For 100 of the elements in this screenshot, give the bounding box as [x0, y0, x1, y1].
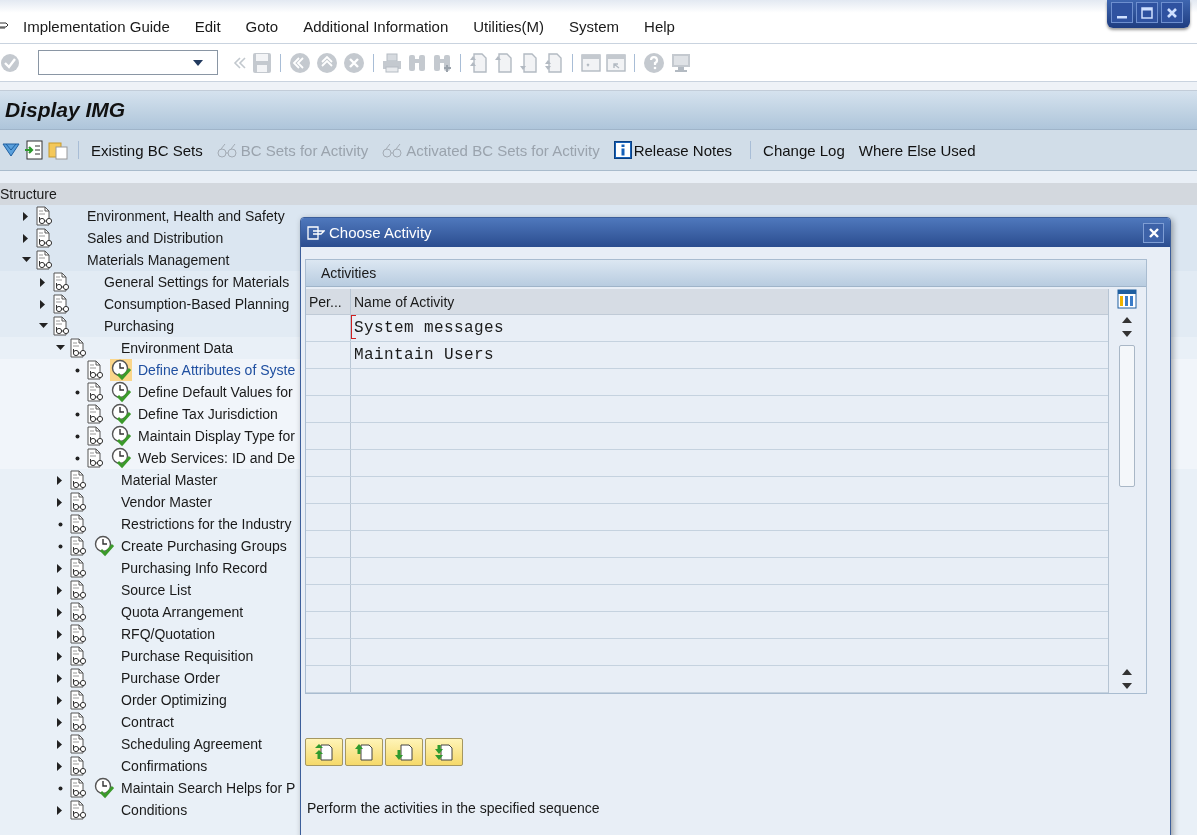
menu-item[interactable]: Goto: [245, 17, 279, 35]
document-glasses-icon[interactable]: [69, 800, 89, 820]
clock-check-icon[interactable]: [110, 359, 132, 381]
close-button[interactable]: [1161, 2, 1183, 23]
tree-item[interactable]: Environment, Health and Safety: [87, 208, 285, 224]
tree-item[interactable]: Source List: [121, 582, 192, 598]
tree-item[interactable]: Vendor Master: [121, 494, 213, 510]
document-glasses-icon[interactable]: [69, 514, 89, 534]
find-next-icon[interactable]: [432, 52, 452, 73]
tree-item[interactable]: Quota Arrangement: [121, 604, 244, 620]
collapse-arrow-icon[interactable]: [38, 323, 48, 329]
toolbar-button[interactable]: Existing BC Sets: [89, 139, 211, 161]
toolbar-button[interactable]: Change Log: [761, 139, 853, 161]
tree-item[interactable]: Define Default Values for: [138, 384, 293, 400]
scroll-thumb[interactable]: [1119, 345, 1135, 487]
close-button[interactable]: [1143, 222, 1164, 243]
expand-arrow-icon[interactable]: [40, 299, 46, 309]
menu-item[interactable]: Additional Information: [303, 17, 449, 35]
move-last-button[interactable]: [425, 738, 463, 766]
document-glasses-icon[interactable]: [86, 404, 106, 424]
expand-arrow-icon[interactable]: [40, 277, 46, 287]
table-cell[interactable]: Maintain Users: [351, 342, 1108, 368]
document-glasses-icon[interactable]: [69, 668, 89, 688]
collapse-arrow-icon[interactable]: [55, 345, 65, 351]
menu-item[interactable]: Implementation Guide: [23, 17, 170, 35]
clock-check-icon[interactable]: [93, 535, 115, 557]
document-glasses-icon[interactable]: [86, 426, 106, 446]
clock-check-icon[interactable]: [110, 381, 132, 403]
menu-item[interactable]: Help: [644, 17, 675, 35]
menu-item[interactable]: Edit: [194, 17, 221, 35]
tree-item[interactable]: Consumption-Based Planning: [104, 296, 290, 312]
tree-item[interactable]: Contract: [121, 714, 174, 730]
page-up-icon[interactable]: [1122, 317, 1132, 323]
expand-arrow-icon[interactable]: [57, 607, 63, 617]
document-glasses-icon[interactable]: [86, 382, 106, 402]
document-glasses-icon[interactable]: [69, 646, 89, 666]
tree-item[interactable]: Environment Data: [121, 340, 234, 356]
expand-arrow-icon[interactable]: [57, 629, 63, 639]
toolbar-button[interactable]: Where Else Used: [856, 139, 984, 161]
tree-item[interactable]: Purchasing: [104, 318, 175, 334]
caret-icon[interactable]: [193, 59, 203, 66]
expand-arrow-icon[interactable]: [57, 497, 63, 507]
document-glasses-icon[interactable]: [69, 558, 89, 578]
expand-arrow-icon[interactable]: [57, 563, 63, 573]
expand-arrow-icon[interactable]: [57, 651, 63, 661]
clock-check-icon[interactable]: [110, 403, 132, 425]
document-glasses-icon[interactable]: [52, 272, 72, 292]
tree-item[interactable]: Order Optimizing: [121, 692, 227, 708]
tree-item[interactable]: Conditions: [121, 802, 188, 818]
expand-arrow-icon[interactable]: [57, 475, 63, 485]
collapse-arrow-icon[interactable]: [21, 257, 31, 263]
tree-item[interactable]: Web Services: ID and De: [138, 450, 295, 466]
tree-item[interactable]: Purchase Requisition: [121, 648, 254, 664]
tree-item[interactable]: Define Tax Jurisdiction: [138, 406, 278, 422]
expand-arrow-icon[interactable]: [57, 695, 63, 705]
document-glasses-icon[interactable]: [69, 602, 89, 622]
expand-arrow-icon[interactable]: [57, 585, 63, 595]
document-glasses-icon[interactable]: [69, 580, 89, 600]
tree-item[interactable]: Define Attributes of Syste: [138, 362, 296, 378]
move-first-button[interactable]: [305, 738, 343, 766]
document-glasses-icon[interactable]: [69, 492, 89, 512]
document-glasses-icon[interactable]: [69, 734, 89, 754]
tree-item[interactable]: Purchasing Info Record: [121, 560, 268, 576]
menu-item[interactable]: Utilities(M): [473, 17, 545, 35]
document-glasses-icon[interactable]: [69, 756, 89, 776]
tree-item[interactable]: Create Purchasing Groups: [121, 538, 287, 554]
tree-item[interactable]: Maintain Search Helps for P: [121, 780, 296, 796]
tree-item[interactable]: RFQ/Quotation: [121, 626, 216, 642]
tree-item[interactable]: Materials Management: [87, 252, 230, 268]
document-glasses-icon[interactable]: [35, 250, 55, 270]
tree-item[interactable]: Scheduling Agreement: [121, 736, 262, 752]
filter-icon[interactable]: [2, 142, 20, 158]
tree-item[interactable]: Purchase Order: [121, 670, 220, 686]
command-field[interactable]: [38, 50, 218, 75]
maximize-button[interactable]: [1136, 2, 1158, 23]
scroll-up-icon[interactable]: [1122, 669, 1132, 675]
expand-arrow-icon[interactable]: [23, 233, 29, 243]
tree-item[interactable]: Sales and Distribution: [87, 230, 224, 246]
document-glasses-icon[interactable]: [69, 778, 89, 798]
expand-arrow-icon[interactable]: [23, 211, 29, 221]
document-glasses-icon[interactable]: [35, 228, 55, 248]
document-glasses-icon[interactable]: [69, 624, 89, 644]
expand-arrow-icon[interactable]: [57, 739, 63, 749]
tree-item[interactable]: General Settings for Materials: [104, 274, 290, 290]
document-glasses-icon[interactable]: [69, 712, 89, 732]
document-glasses-icon[interactable]: [35, 206, 55, 226]
move-up-button[interactable]: [345, 738, 383, 766]
expand-arrow-icon[interactable]: [57, 805, 63, 815]
document-glasses-icon[interactable]: [69, 338, 89, 358]
column-settings-icon[interactable]: [1117, 289, 1137, 309]
clock-check-icon[interactable]: [110, 447, 132, 469]
move-down-button[interactable]: [385, 738, 423, 766]
tree-item[interactable]: Confirmations: [121, 758, 208, 774]
expand-arrow-icon[interactable]: [57, 673, 63, 683]
document-glasses-icon[interactable]: [52, 316, 72, 336]
clock-check-icon[interactable]: [93, 777, 115, 799]
document-glasses-icon[interactable]: [69, 690, 89, 710]
expand-arrow-icon[interactable]: [57, 717, 63, 727]
tree-item[interactable]: Material Master: [121, 472, 218, 488]
toolbar-button[interactable]: Release Notes: [611, 139, 741, 161]
